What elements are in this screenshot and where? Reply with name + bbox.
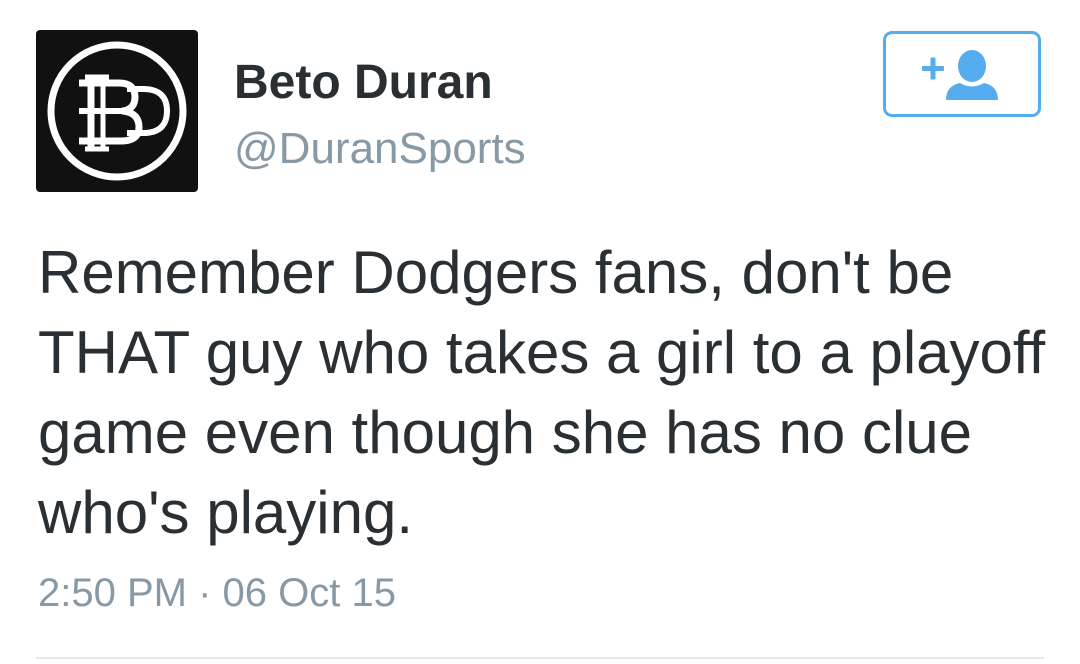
add-user-icon [922,50,998,100]
tweet-text: Remember Dodgers fans, don't be THAT guy… [38,239,1046,546]
follow-button[interactable] [883,31,1041,117]
avatar[interactable] [36,30,198,192]
divider [36,657,1044,659]
author-handle[interactable]: @DuranSports [234,122,526,176]
author-display-name[interactable]: Beto Duran [234,55,493,111]
tweet-timestamp[interactable]: 2:50 PM · 06 Oct 15 [38,568,396,618]
bd-logo-icon [47,41,187,181]
